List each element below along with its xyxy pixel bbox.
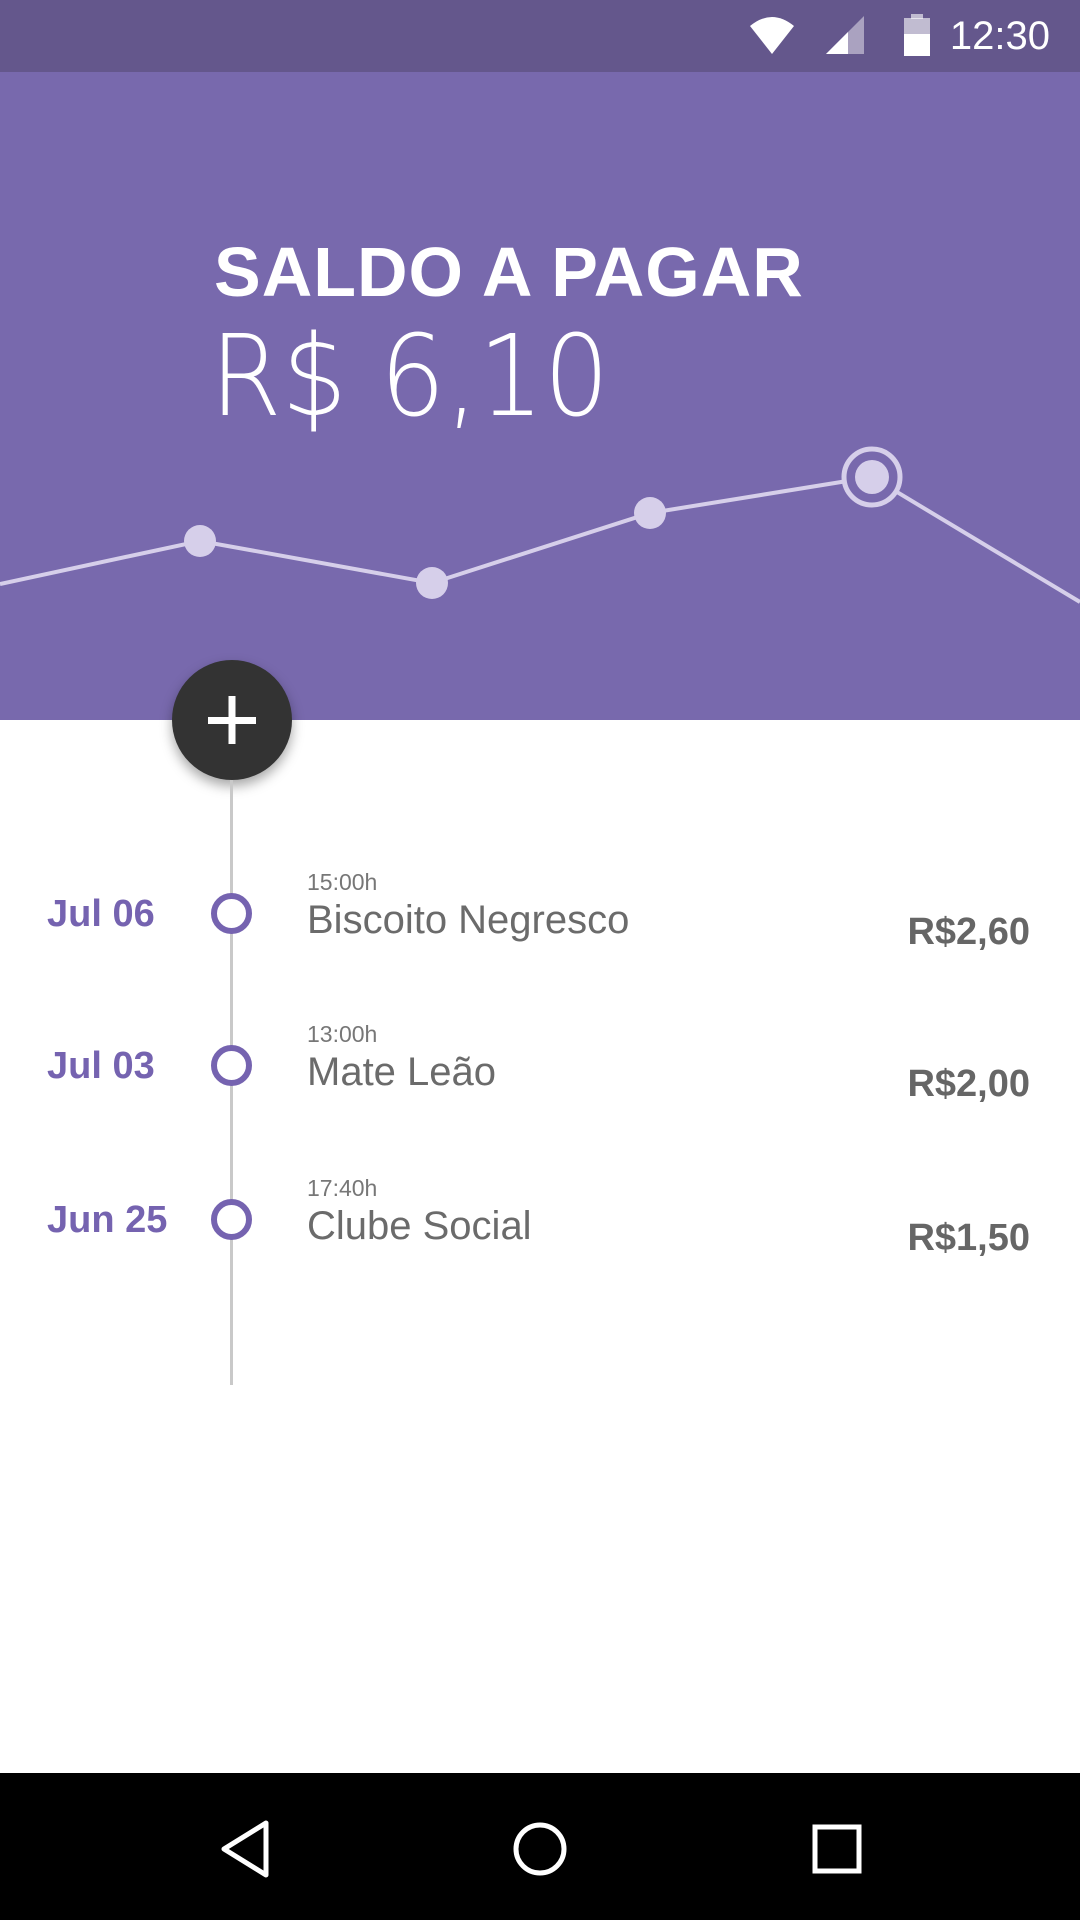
timeline-node bbox=[211, 1045, 252, 1086]
add-button[interactable] bbox=[172, 660, 292, 780]
transaction-price: R$1,50 bbox=[907, 1217, 1030, 1259]
trend-point bbox=[184, 525, 216, 557]
transaction-time: 17:40h bbox=[307, 1175, 378, 1201]
transaction-date: Jul 06 bbox=[47, 893, 155, 935]
transaction-date: Jul 03 bbox=[47, 1045, 155, 1087]
cell-signal-icon bbox=[824, 14, 866, 61]
timeline-node bbox=[211, 1199, 252, 1240]
trend-point bbox=[416, 567, 448, 599]
battery-icon bbox=[902, 14, 932, 63]
navigation-bar bbox=[0, 1773, 1080, 1920]
balance-amount: R$ 6,10 bbox=[210, 312, 610, 442]
transaction-time: 13:00h bbox=[307, 1021, 378, 1047]
transaction-price: R$2,00 bbox=[907, 1063, 1030, 1105]
back-button[interactable] bbox=[206, 1809, 286, 1889]
recents-icon bbox=[812, 1824, 862, 1874]
balance-header: SALDO A PAGAR R$ 6,10 bbox=[0, 72, 1080, 720]
transaction-name: Mate Leão bbox=[307, 1050, 497, 1094]
status-bar: 12:30 bbox=[0, 0, 1080, 72]
transaction-date: Jun 25 bbox=[47, 1199, 168, 1241]
transaction-item[interactable]: Jul 06 15:00h Biscoito Negresco R$2,60 bbox=[0, 868, 1080, 988]
trend-line bbox=[0, 474, 1080, 604]
timeline-node bbox=[211, 893, 252, 934]
home-button[interactable] bbox=[500, 1809, 580, 1889]
transaction-time: 15:00h bbox=[307, 869, 378, 895]
plus-icon bbox=[208, 696, 256, 744]
recents-button[interactable] bbox=[797, 1809, 877, 1889]
transaction-item[interactable]: Jul 03 13:00h Mate Leão R$2,00 bbox=[0, 1020, 1080, 1140]
transaction-price: R$2,60 bbox=[907, 911, 1030, 953]
transaction-name: Clube Social bbox=[307, 1204, 532, 1248]
home-icon bbox=[513, 1822, 567, 1876]
back-icon bbox=[221, 1820, 269, 1878]
trend-point-current bbox=[855, 460, 889, 494]
balance-label: SALDO A PAGAR bbox=[214, 233, 804, 311]
trend-point bbox=[634, 497, 666, 529]
status-time: 12:30 bbox=[949, 14, 1050, 58]
wifi-icon bbox=[748, 14, 796, 61]
app-screen: 12:30 SALDO A PAGAR R$ 6,10 Jul 06 15:00… bbox=[0, 0, 1080, 1920]
transaction-item[interactable]: Jun 25 17:40h Clube Social R$1,50 bbox=[0, 1174, 1080, 1294]
transaction-name: Biscoito Negresco bbox=[307, 898, 630, 942]
